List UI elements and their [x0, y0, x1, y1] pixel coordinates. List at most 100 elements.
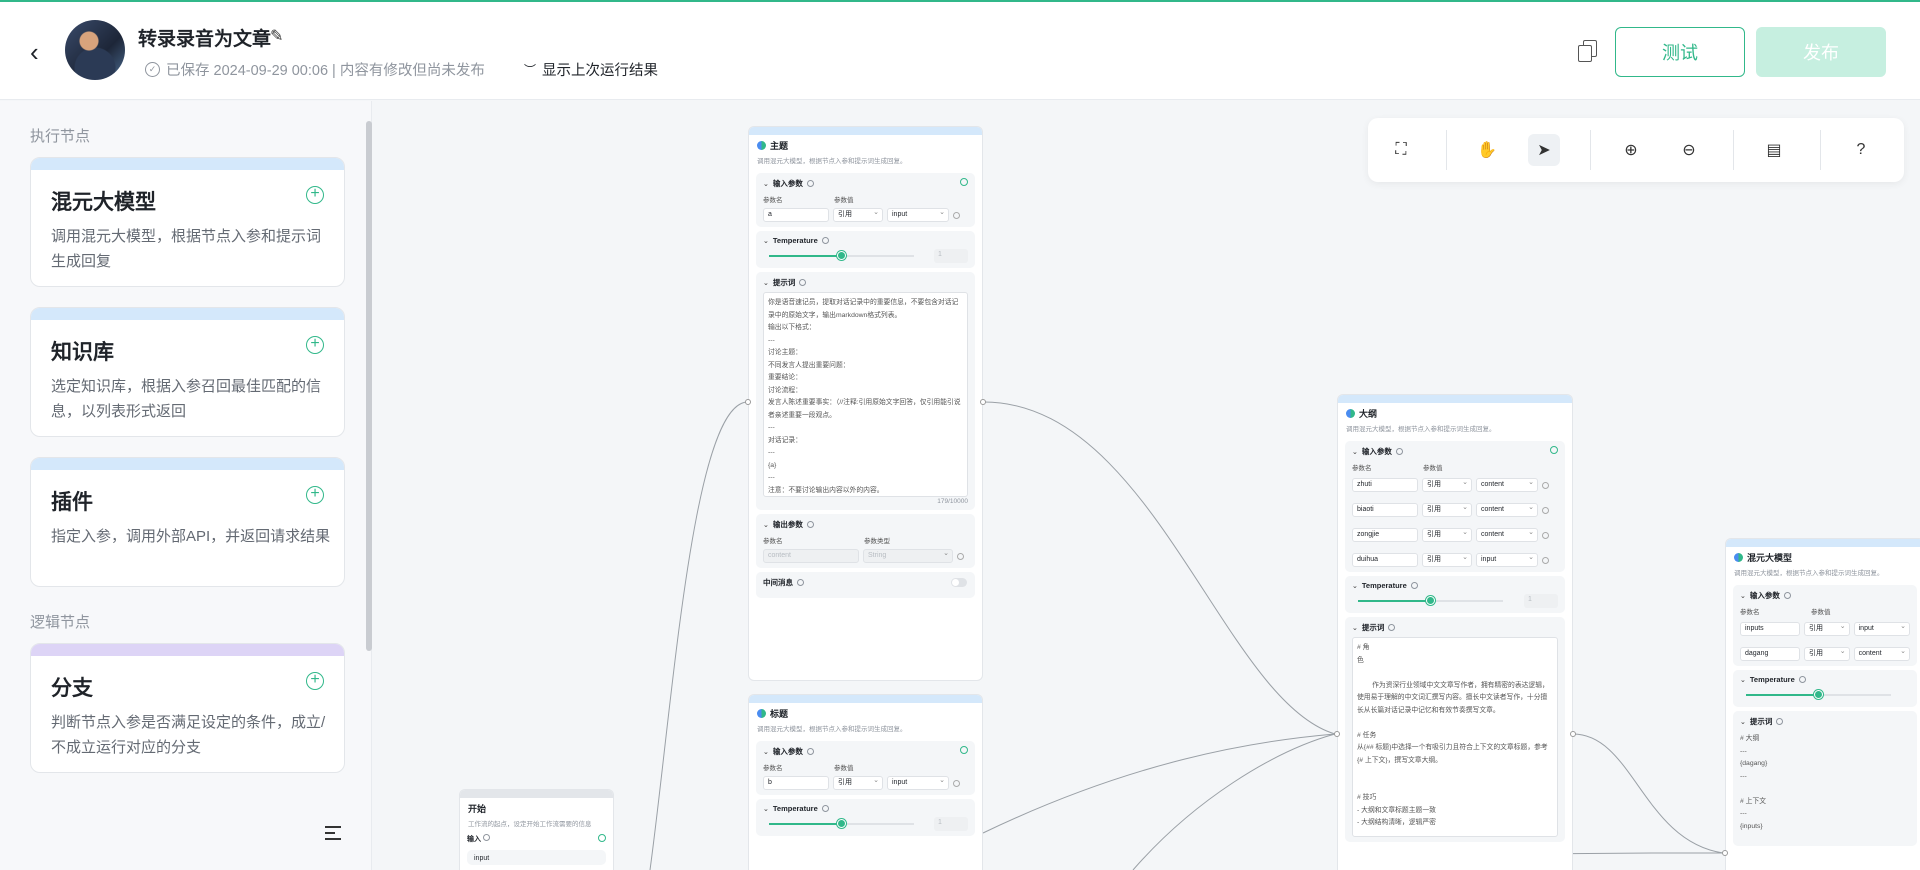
add-circle-icon[interactable]: +	[306, 186, 324, 204]
temperature-slider[interactable]: 1	[763, 817, 968, 831]
remove-param-icon[interactable]	[1542, 556, 1549, 564]
hunyuan-logo-icon	[757, 141, 766, 150]
back-arrow-icon[interactable]: ‹	[30, 39, 50, 65]
zoom-out-icon[interactable]: ⊖	[1673, 134, 1705, 166]
col-param-name: 参数名	[763, 538, 783, 545]
param-ref-select[interactable]: 引用	[833, 207, 883, 222]
remove-param-icon[interactable]	[953, 779, 960, 787]
intermediate-toggle[interactable]	[951, 578, 967, 587]
param-name-input[interactable]: inputs	[1740, 622, 1800, 636]
edit-pencil-icon[interactable]: ✎	[270, 26, 283, 46]
node-card-knowledge[interactable]: 知识库 + 选定知识库，根据入参召回最佳匹配的信息，以列表形式返回	[30, 307, 345, 437]
panel-title: Temperature	[1361, 581, 1407, 590]
node-start[interactable]: 开始 工作流的起点，设定开始工作流需要的信息 输入 input	[459, 789, 614, 870]
add-param-icon[interactable]	[960, 178, 968, 186]
param-ref-select[interactable]: 引用	[1422, 527, 1472, 542]
node-dagang[interactable]: 大纲 调用混元大模型，根据节点入参和提示词生成回复。 ⌄ 输入参数 参数名 参数值 …	[1337, 394, 1573, 870]
fullscreen-icon[interactable]: ⛶	[1385, 134, 1417, 166]
param-ref-select[interactable]: 引用	[833, 775, 883, 790]
remove-param-icon[interactable]	[953, 211, 960, 219]
show-last-run-toggle[interactable]: ︶ 显示上次运行结果	[524, 59, 658, 80]
output-name-input[interactable]: content	[763, 549, 859, 563]
collapse-sidebar-icon[interactable]	[325, 825, 343, 841]
remove-param-icon[interactable]	[1542, 506, 1549, 514]
temperature-value[interactable]: 1	[1524, 594, 1558, 608]
add-circle-icon[interactable]: +	[306, 672, 324, 690]
param-ref-select[interactable]: 引用	[1422, 477, 1472, 492]
node-input-port[interactable]	[745, 399, 751, 405]
node-title: 大纲	[1359, 409, 1378, 419]
info-icon	[1798, 676, 1806, 683]
remove-param-icon[interactable]	[957, 552, 964, 560]
header: ‹ 转录录音为文章 ✎ ✓ 已保存 2024-09-29 00:06 | 内容有…	[0, 2, 1920, 100]
add-param-icon[interactable]	[960, 746, 968, 754]
info-icon	[1776, 718, 1784, 725]
param-name-input[interactable]: zongjie	[1352, 528, 1418, 542]
node-output-port[interactable]	[980, 399, 986, 405]
node-card-hunyuan[interactable]: 混元大模型 + 调用混元大模型，根据节点入参和提示词生成回复	[30, 157, 345, 287]
col-param-value: 参数值	[1811, 609, 1831, 616]
param-source-select[interactable]: input	[887, 775, 949, 790]
param-ref-select[interactable]: 引用	[1422, 502, 1472, 517]
node-card-branch[interactable]: 分支 + 判断节点入参是否满足设定的条件，成立/不成立运行对应的分支	[30, 643, 345, 773]
info-icon	[1783, 592, 1791, 599]
test-button[interactable]: 测试	[1615, 27, 1745, 77]
temperature-value[interactable]: 1	[934, 817, 968, 831]
node-zhuti[interactable]: 主题 调用混元大模型，根据节点入参和提示词生成回复。 ⌄ 输入参数 参数名 参数值 …	[748, 126, 983, 681]
node-card-desc: 指定入参，调用外部API，并返回请求结果	[51, 528, 331, 545]
node-input-port[interactable]	[1334, 731, 1340, 737]
edges-layer	[649, 401, 1724, 870]
publish-button[interactable]: 发布	[1756, 27, 1886, 77]
node-biaoti[interactable]: 标题 调用混元大模型，根据节点入参和提示词生成回复。 ⌄ 输入参数 参数名 参数值 …	[748, 694, 983, 870]
temperature-panel: ⌄ Temperature	[1733, 670, 1917, 707]
pointer-icon[interactable]: ➤	[1528, 134, 1560, 166]
node-card-plugin[interactable]: 插件 + 指定入参，调用外部API，并返回请求结果	[30, 457, 345, 587]
temperature-slider[interactable]	[1740, 688, 1910, 702]
sidebar-scrollbar[interactable]	[366, 121, 372, 651]
remove-param-icon[interactable]	[1542, 531, 1549, 539]
param-name-input[interactable]: a	[763, 208, 829, 222]
add-param-icon[interactable]	[598, 834, 606, 842]
add-circle-icon[interactable]: +	[306, 486, 324, 504]
param-name-input[interactable]: b	[763, 776, 829, 790]
temperature-value[interactable]: 1	[934, 249, 968, 263]
node-card-desc: 判断节点入参是否满足设定的条件，成立/不成立运行对应的分支	[51, 714, 326, 756]
start-field-input[interactable]: input	[474, 855, 489, 862]
param-source-select[interactable]: input	[887, 207, 949, 222]
prompt-textarea[interactable]: 你是语音速记员，提取对话记录中的重要信息，不要包含对话记录中的原始文字，输出ma…	[763, 292, 968, 497]
param-name-input[interactable]: zhuti	[1352, 478, 1418, 492]
remove-param-icon[interactable]	[1542, 481, 1549, 489]
prompt-textarea[interactable]: # 大纲 --- {dagang} --- # 上下文 --- {inputs}	[1740, 731, 1910, 841]
zoom-in-icon[interactable]: ⊕	[1615, 134, 1647, 166]
temperature-slider[interactable]: 1	[763, 249, 968, 263]
prompt-textarea[interactable]: # 角 色 作为资深行业领域中文文章写作者，拥有精密的表达逻辑，使用易于理解的中…	[1352, 637, 1558, 837]
param-source-select[interactable]: content	[1476, 527, 1538, 542]
output-type-select[interactable]: String	[863, 548, 953, 563]
help-icon[interactable]: ?	[1845, 134, 1877, 166]
add-param-icon[interactable]	[1550, 446, 1558, 454]
workflow-canvas[interactable]: ⛶ ✋ ➤ ⊕ ⊖ ▤ ? 主题 调用混元大模型，根据节点入参和提示词生成回复。…	[373, 101, 1920, 870]
param-ref-select[interactable]: 引用	[1803, 621, 1850, 636]
param-source-select[interactable]: input	[1476, 552, 1538, 567]
param-ref-select[interactable]: 引用	[1422, 552, 1472, 567]
param-name-input[interactable]: duihua	[1352, 553, 1418, 567]
param-name-input[interactable]: biaoti	[1352, 503, 1418, 517]
prompt-panel: ⌄ 提示词 # 角 色 作为资深行业领域中文文章写作者，拥有精密的表达逻辑，使用易…	[1345, 617, 1565, 842]
param-source-select[interactable]: content	[1476, 502, 1538, 517]
layout-icon[interactable]: ▤	[1758, 134, 1790, 166]
copy-icon[interactable]	[1578, 40, 1598, 62]
node-input-port[interactable]	[1722, 850, 1728, 856]
panel-title: 输入参数	[772, 179, 803, 188]
node-sidebar: 执行节点 混元大模型 + 调用混元大模型，根据节点入参和提示词生成回复 知识库 …	[0, 101, 372, 870]
param-source-select[interactable]: content	[1853, 646, 1910, 661]
param-source-select[interactable]: content	[1476, 477, 1538, 492]
param-source-select[interactable]: input	[1853, 621, 1910, 636]
hand-icon[interactable]: ✋	[1471, 134, 1503, 166]
param-ref-select[interactable]: 引用	[1803, 646, 1850, 661]
add-circle-icon[interactable]: +	[306, 336, 324, 354]
node-output-port[interactable]	[1570, 731, 1576, 737]
temperature-slider[interactable]: 1	[1352, 594, 1558, 608]
param-name-input[interactable]: dagang	[1740, 647, 1800, 661]
node-title: 主题	[770, 141, 789, 151]
node-hunyuan[interactable]: 混元大模型 调用混元大模型，根据节点入参和提示词生成回复。 ⌄ 输入参数 参数名参…	[1725, 538, 1920, 870]
